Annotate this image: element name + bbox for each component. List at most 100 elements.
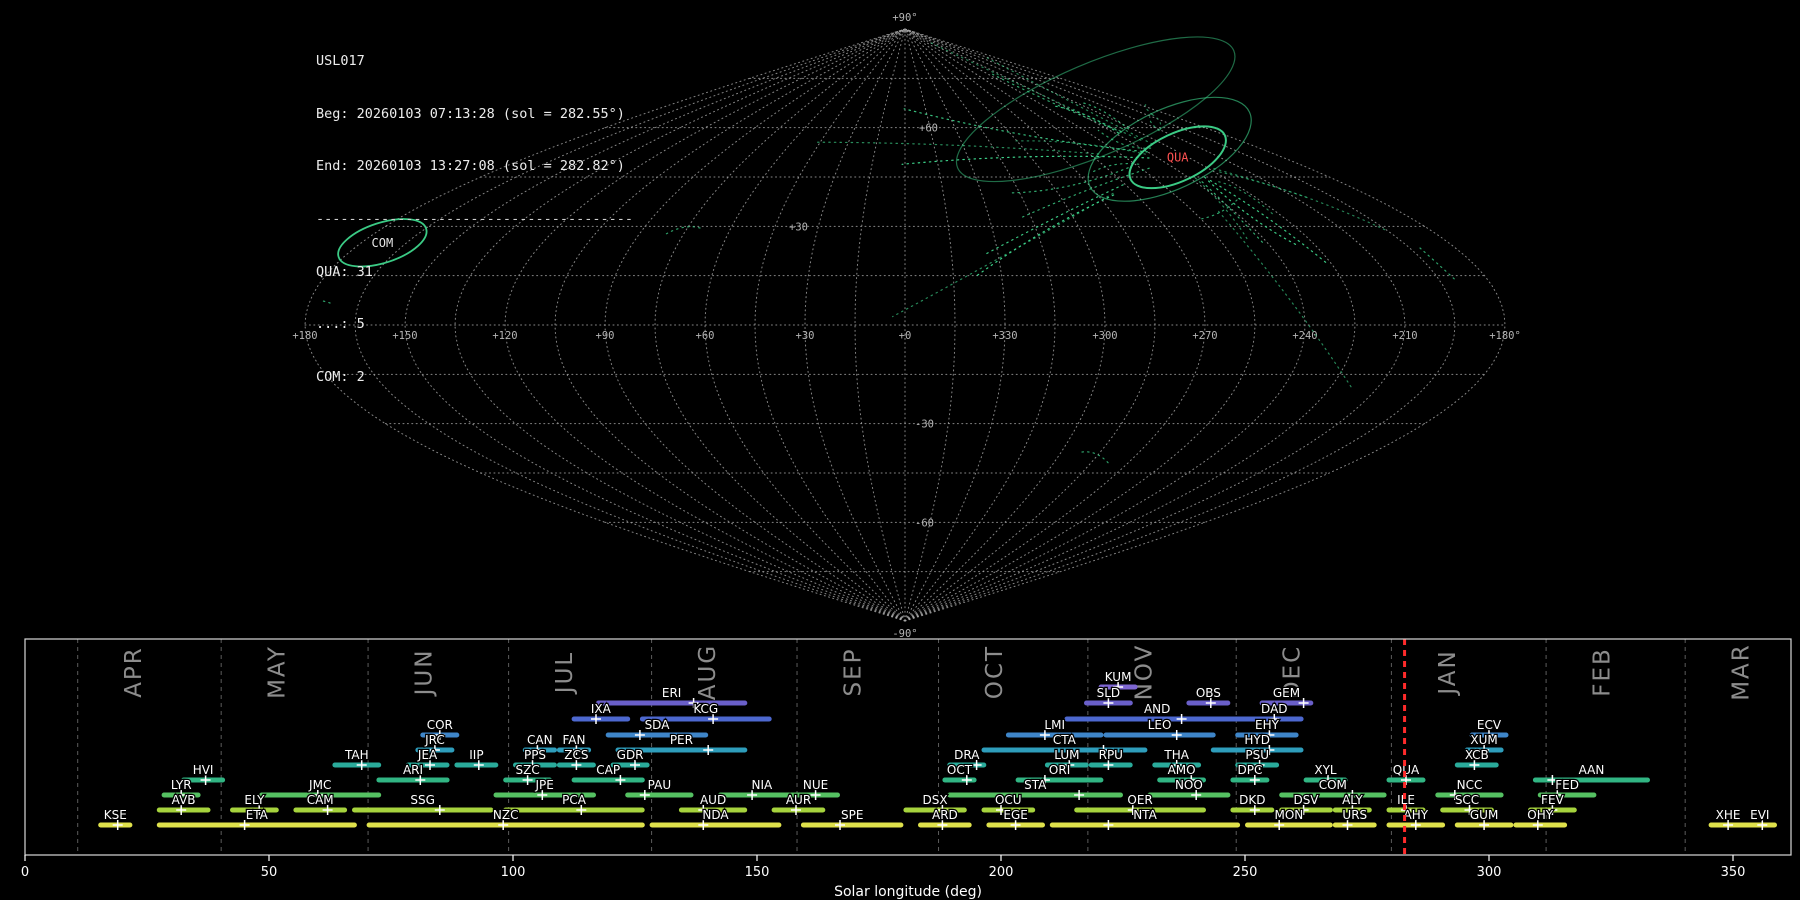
shower-label-EGE: EGE [1003, 808, 1027, 822]
shower-label-STA: STA [1024, 778, 1047, 792]
shower-label-NDA: NDA [702, 808, 729, 822]
shower-label-HYD: HYD [1244, 733, 1270, 747]
shower-label-NCC: NCC [1457, 778, 1483, 792]
month-label: APR [121, 646, 147, 698]
shower-label-CAN: CAN [527, 733, 553, 747]
count-sporadic: ...: 5 [316, 316, 365, 333]
sky-map: +180 +150 +120 +90 +60 +30 +0 +330 +300 +270 +240 +… [292, 12, 1520, 640]
shower-label-OCT: OCT [947, 763, 973, 777]
shower-label-LYR: LYR [171, 778, 192, 792]
meteor-track [927, 41, 1142, 141]
shower-label-FEV: FEV [1541, 793, 1564, 807]
shower-label-RPU: RPU [1099, 748, 1123, 762]
shower-label-SCC: SCC [1455, 793, 1479, 807]
activity-timeline: APR MAY JUN JUL AUG SEP OCT NOV DEC JAN FEB MARKUME… [21, 638, 1792, 900]
shower-label-QUA: QUA [1393, 763, 1420, 777]
shower-bar-SSG [352, 807, 494, 813]
shower-bar-ETA [156, 822, 357, 828]
shower-label-CTA: CTA [1053, 733, 1077, 747]
station-id: USL017 [316, 53, 365, 70]
shower-label-OER: OER [1127, 793, 1152, 807]
shower-peak-SSG [434, 805, 445, 815]
shower-label-PER: PER [670, 733, 693, 747]
shower-label-AUD: AUD [700, 793, 726, 807]
meteor-track [1149, 112, 1162, 131]
count-qua: QUA: 31 [316, 263, 373, 280]
shower-label-AAN: AAN [1579, 763, 1605, 777]
dec-axis-label: -60 [915, 517, 934, 529]
x-tick-label: 100 [501, 865, 526, 880]
meteor-track [1010, 167, 1129, 194]
shower-peak-SDA [634, 730, 645, 740]
shower-label-OCU: OCU [995, 793, 1022, 807]
meteor-track [1012, 140, 1146, 155]
shower-label-AMO: AMO [1168, 763, 1196, 777]
shower-label-IIP: IIP [469, 748, 483, 762]
shower-label-JPE: JPE [535, 778, 554, 792]
info-divider: --------------------------------------- [316, 211, 633, 228]
shower-label-JMC: JMC [308, 778, 331, 792]
shower-label-AVB: AVB [172, 793, 196, 807]
shower-label-ELY: ELY [244, 793, 265, 807]
shower-bar-PCA [503, 807, 645, 813]
shower-label-XCB: XCB [1465, 748, 1489, 762]
shower-label-ARD: ARD [932, 808, 958, 822]
shower-label-PAU: PAU [648, 778, 671, 792]
dec-axis-label: +30 [789, 221, 808, 233]
x-tick-label: 300 [1477, 865, 1502, 880]
shower-label-ORI: ORI [1049, 763, 1070, 777]
shower-label-GEM: GEM [1273, 686, 1300, 700]
shower-label-ERI: ERI [662, 686, 681, 700]
shower-label-LUM: LUM [1054, 748, 1079, 762]
ra-axis-label: +180 [292, 330, 317, 342]
shower-label-CAM: CAM [307, 793, 334, 807]
shower-peak-AND [1176, 714, 1187, 724]
shower-label-AUR: AUR [786, 793, 811, 807]
shower-label-AND: AND [1144, 702, 1170, 716]
shower-label-SLD: SLD [1097, 686, 1121, 700]
shower-label-COM: COM [1319, 778, 1347, 792]
shower-label-DAD: DAD [1261, 702, 1287, 716]
ra-axis-label: +210 [1392, 330, 1417, 342]
shower-label-PCA: PCA [562, 793, 587, 807]
shower-label-DKD: DKD [1239, 793, 1265, 807]
month-label: OCT [982, 645, 1008, 699]
meteor-track [1201, 181, 1264, 244]
shower-bar-ARI [376, 777, 450, 783]
meteor-track [892, 192, 1114, 318]
shower-label-NUE: NUE [803, 778, 828, 792]
shower-label-GDR: GDR [617, 748, 644, 762]
shower-label-MON: MON [1275, 808, 1304, 822]
x-tick-label: 250 [1233, 865, 1258, 880]
meteor-track [985, 184, 1124, 255]
shower-bar-CAM [293, 807, 348, 813]
shower-label-COR: COR [427, 718, 453, 732]
month-label: NOV [1131, 644, 1157, 701]
shower-label-PPS: PPS [524, 748, 546, 762]
month-label: AUG [695, 644, 721, 700]
shower-label-THA: THA [1163, 748, 1189, 762]
shower-label-FED: FED [1555, 778, 1579, 792]
shower-bar-NOO [1147, 792, 1231, 798]
x-axis-title: Solar longitude (deg) [834, 884, 982, 900]
begin-time: Beg: 20260103 07:13:28 (sol = 282.55°) [316, 105, 625, 122]
x-tick-label: 200 [989, 865, 1014, 880]
shower-label-XYL: XYL [1314, 763, 1337, 777]
shower-label-EHY: EHY [1255, 718, 1280, 732]
shower-label-SZC: SZC [515, 763, 539, 777]
shower-label-DRA: DRA [954, 748, 980, 762]
x-tick-label: 0 [21, 865, 29, 880]
month-label: FEB [1590, 647, 1616, 697]
x-tick-label: 350 [1721, 865, 1746, 880]
pole-label-north: +90° [892, 12, 917, 24]
shower-label-LEO: LEO [1148, 718, 1172, 732]
shower-bar-STA [947, 792, 1123, 798]
shower-label-NTA: NTA [1133, 808, 1157, 822]
shower-bar-MON [1245, 822, 1333, 828]
meteor-track [813, 141, 1100, 155]
shower-peak-NTA [1103, 820, 1114, 830]
month-label: MAY [265, 645, 291, 699]
shower-label-SDA: SDA [645, 718, 671, 732]
shower-label-EVI: EVI [1750, 808, 1769, 822]
shower-label-OHY: OHY [1527, 808, 1553, 822]
